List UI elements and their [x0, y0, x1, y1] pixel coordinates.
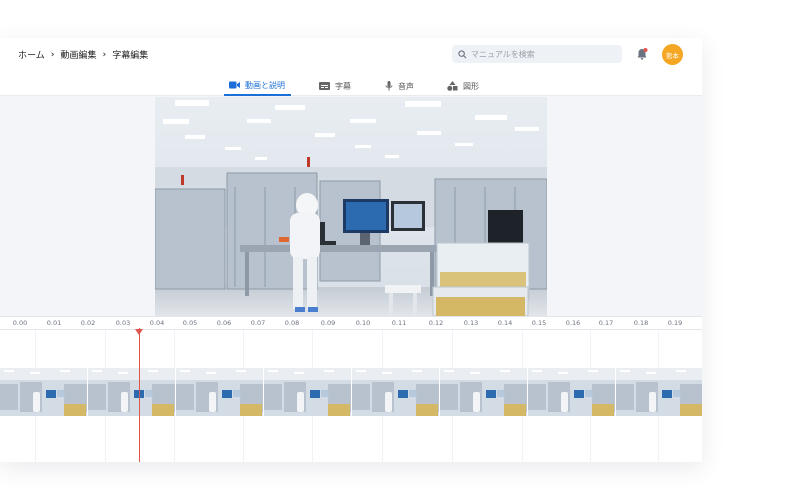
tab-bar: 動画と説明 字幕 音声 図形 [0, 72, 702, 96]
tab-label: 図形 [463, 81, 479, 91]
breadcrumb-video-edit[interactable]: 動画編集 [60, 48, 96, 61]
tab-label: 音声 [398, 81, 414, 91]
tab-video-description[interactable]: 動画と説明 [224, 76, 291, 96]
ruler-tick: 0.01 [46, 319, 62, 327]
ruler-tick: 0.10 [355, 319, 371, 327]
header: ホーム › 動画編集 › 字幕編集 熊本 [0, 38, 702, 72]
film-frame [88, 368, 176, 416]
subtitles-icon [319, 82, 330, 90]
timeline-ruler[interactable]: 0.00 0.01 0.02 0.03 0.04 0.05 0.06 0.07 … [0, 316, 702, 330]
ruler-tick: 0.19 [667, 319, 683, 327]
ruler-tick: 0.06 [216, 319, 232, 327]
film-frame [440, 368, 528, 416]
breadcrumb-home[interactable]: ホーム [18, 48, 45, 61]
video-preview[interactable] [155, 97, 547, 316]
tab-subtitles[interactable]: 字幕 [319, 76, 351, 96]
tab-label: 字幕 [335, 81, 351, 91]
breadcrumb-subtitle-edit: 字幕編集 [112, 51, 149, 61]
chevron-right-icon: › [102, 49, 107, 60]
ruler-tick: 0.02 [80, 319, 96, 327]
playhead-line[interactable] [139, 328, 140, 462]
ruler-tick: 0.13 [463, 319, 479, 327]
tab-shapes[interactable]: 図形 [447, 76, 479, 96]
shapes-icon [447, 81, 458, 91]
ruler-tick: 0.00 [12, 319, 28, 327]
ruler-tick: 0.16 [565, 319, 581, 327]
lab-scene-image [155, 97, 547, 316]
app-window: ホーム › 動画編集 › 字幕編集 熊本 動画と説明 [0, 38, 702, 462]
tab-label: 動画と説明 [245, 80, 285, 90]
ruler-tick: 0.04 [149, 319, 165, 327]
ruler-tick: 0.08 [284, 319, 300, 327]
tab-audio[interactable]: 音声 [385, 76, 414, 96]
ruler-tick: 0.17 [598, 319, 614, 327]
film-frame [616, 368, 702, 416]
notification-bell-icon[interactable] [635, 47, 649, 61]
ruler-tick: 0.18 [633, 319, 649, 327]
microphone-icon [385, 81, 393, 91]
film-frame [528, 368, 616, 416]
video-filmstrip[interactable] [0, 368, 702, 416]
ruler-tick: 0.07 [250, 319, 266, 327]
ruler-tick: 0.12 [428, 319, 444, 327]
search-icon [458, 49, 467, 58]
ruler-tick: 0.05 [182, 319, 198, 327]
avatar[interactable]: 熊本 [662, 44, 683, 65]
ruler-tick: 0.14 [497, 319, 513, 327]
chevron-right-icon: › [50, 49, 55, 60]
video-icon [229, 81, 240, 89]
ruler-tick: 0.15 [531, 319, 547, 327]
film-frame [352, 368, 440, 416]
ruler-tick: 0.03 [115, 319, 131, 327]
ruler-tick: 0.11 [391, 319, 407, 327]
search-input[interactable] [471, 49, 611, 59]
timeline-tracks[interactable] [0, 330, 702, 462]
film-frame [0, 368, 88, 416]
search-box[interactable] [452, 45, 622, 63]
film-frame [264, 368, 352, 416]
ruler-tick: 0.09 [320, 319, 336, 327]
breadcrumb: ホーム › 動画編集 › 字幕編集 [18, 48, 149, 62]
film-frame [176, 368, 264, 416]
